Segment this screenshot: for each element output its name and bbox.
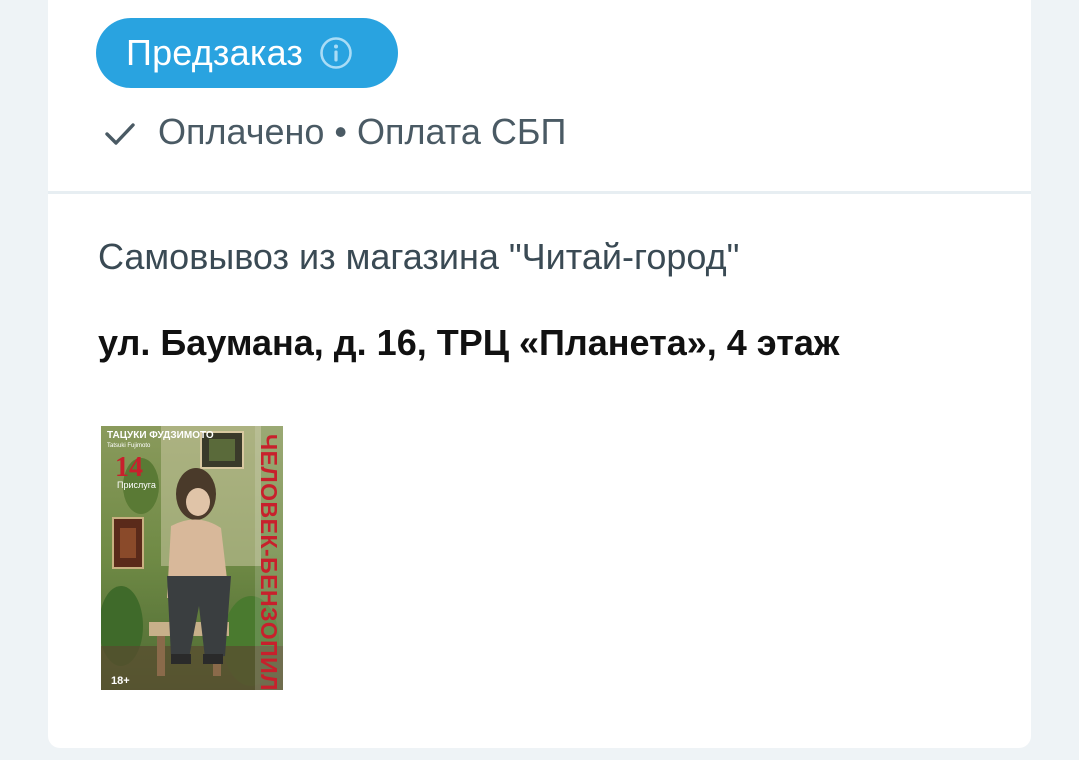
order-status-section: Предзаказ Оплачено • Оплата СБП [48,0,1031,191]
payment-method-text: Оплата СБП [357,111,567,152]
product-cover-image[interactable]: ЧЕЛОВЕК-БЕНЗОПИЛА ТАЦУКИ ФУДЗИМОТО Tatsu… [101,426,283,690]
cover-title-text: ЧЕЛОВЕК-БЕНЗОПИЛА [256,434,282,690]
preorder-badge[interactable]: Предзаказ [96,18,398,88]
cover-author-text: ТАЦУКИ ФУДЗИМОТО [107,430,214,441]
order-card: Предзаказ Оплачено • Оплата СБП Самовыво… [48,0,1031,748]
store-address: ул. Баумана, д. 16, ТРЦ «Планета», 4 эта… [98,322,840,363]
section-divider [48,191,1031,194]
delivery-method-title: Самовывоз из магазина "Читай-город" [98,236,740,277]
info-circle-icon[interactable] [319,36,353,70]
payment-status-text: Оплачено [158,111,325,152]
check-icon [104,116,136,148]
cover-subtitle-text: Прислуга [117,480,156,490]
status-separator: • [334,111,348,152]
age-rating-label: 18+ [111,675,130,687]
preorder-badge-label: Предзаказ [126,32,304,73]
cover-author-latin-text: Tatsuki Fujimoto [107,443,151,449]
payment-status-row: Оплачено • Оплата СБП [104,108,566,156]
cover-volume-number: 14 [115,452,143,483]
